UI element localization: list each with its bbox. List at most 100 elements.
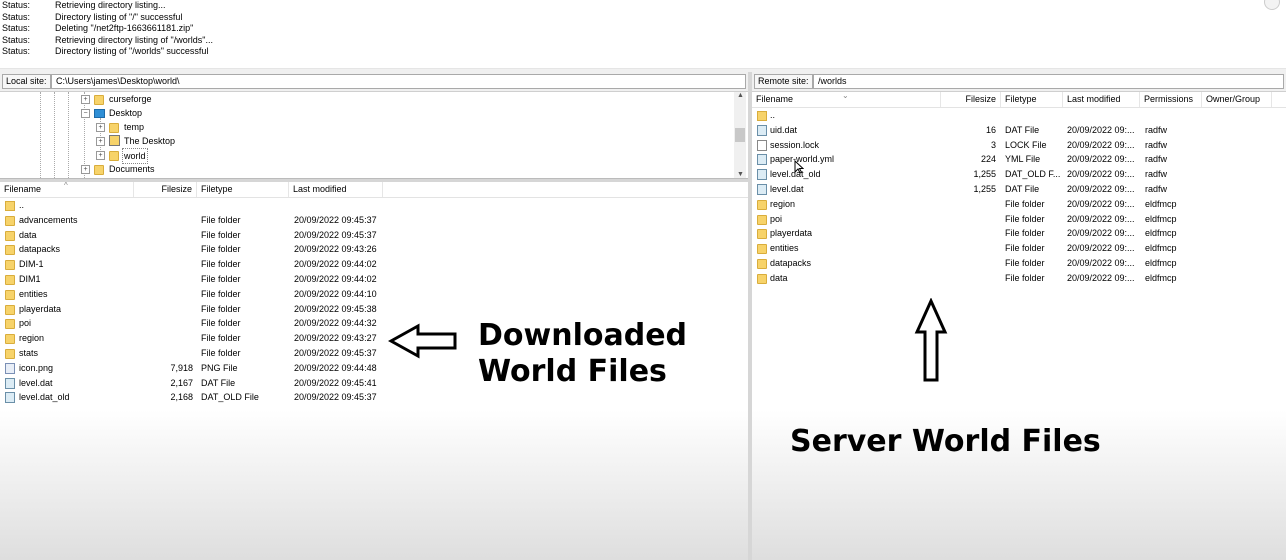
file-row[interactable]: entities File folder 20/09/2022 09:44:10 [0,287,748,302]
expand-icon[interactable]: + [81,95,90,104]
file-modified: 20/09/2022 09:44:48 [294,362,377,373]
file-name: datapacks [19,244,61,255]
file-permissions: eldfmcp [1145,228,1177,239]
folder-icon [757,199,767,210]
file-row[interactable]: poi File folder 20/09/2022 09:... eldfmcp [752,212,1286,227]
file-type: File folder [1005,198,1045,209]
file-row[interactable]: level.dat 1,255 DAT File 20/09/2022 09:... r… [752,182,1286,197]
column-filetype[interactable]: Filetype [197,182,289,197]
column-filesize[interactable]: Filesize [134,182,197,197]
file-modified: 20/09/2022 09:45:37 [294,229,377,240]
file-size [134,257,193,272]
file-row[interactable]: level.dat_old 2,168 DAT_OLD File 20/09/2022… [0,390,748,405]
dat-file-icon [5,377,15,389]
file-size [134,228,193,243]
expand-icon[interactable]: + [96,151,105,160]
file-row[interactable]: .. [752,108,1286,123]
file-name: data [770,272,788,283]
scroll-thumb[interactable] [735,128,745,142]
file-size [134,272,193,287]
file-row[interactable]: data File folder 20/09/2022 09:45:37 [0,228,748,243]
file-row[interactable]: level.dat_old 1,255 DAT_OLD F... 20/09/2022… [752,167,1286,182]
folder-icon [5,289,15,300]
file-type: File folder [201,244,241,255]
remote-list-header: ⌄ Filename Filesize Filetype Last modifi… [752,91,1286,108]
file-row[interactable]: data File folder 20/09/2022 09:... eldfmcp [752,271,1286,286]
tree-item-label: temp [124,122,145,132]
local-pane: Local site: C:\Users\james\Desktop\world… [0,72,748,560]
tree-item-label: curseforge [109,94,152,104]
collapse-icon[interactable]: − [81,109,90,118]
column-last-modified[interactable]: Last modified [289,182,383,197]
expand-icon[interactable]: + [81,165,90,174]
file-modified: 20/09/2022 09:... [1067,139,1135,150]
remote-path-input[interactable]: /worlds [813,74,1284,89]
file-size [941,226,996,241]
expand-icon[interactable]: + [96,137,105,146]
tree-item-label: Desktop [109,108,143,118]
dat-file-icon [757,184,767,195]
expand-icon[interactable]: + [96,123,105,132]
file-row[interactable]: DIM-1 File folder 20/09/2022 09:44:02 [0,257,748,272]
file-modified: 20/09/2022 09:45:37 [294,348,377,358]
column-filesize[interactable]: Filesize [941,92,1001,107]
column-owner-group[interactable]: Owner/Group [1202,92,1272,107]
file-row[interactable]: entities File folder 20/09/2022 09:... eldf… [752,241,1286,256]
column-filename[interactable]: Filename [752,92,941,107]
file-modified: 20/09/2022 09:44:32 [294,318,377,329]
folder-icon [94,95,104,105]
file-row[interactable]: .. [0,198,748,213]
up-arrow-icon [914,298,948,382]
file-size: 3 [990,139,996,150]
file-row[interactable]: advancements File folder 20/09/2022 09:45:… [0,213,748,228]
local-path-input[interactable]: C:\Users\james\Desktop\world\ [51,74,746,89]
file-type: File folder [1005,213,1045,224]
file-size: 7,918 [170,362,193,373]
file-row[interactable]: region File folder 20/09/2022 09:... eldfmc… [752,197,1286,212]
local-site-label: Local site: [2,74,51,89]
column-filename[interactable]: Filename [0,182,134,197]
file-row[interactable]: playerdata File folder 20/09/2022 09:... el… [752,226,1286,241]
file-type: DAT_OLD File [201,392,259,403]
file-row[interactable]: datapacks File folder 20/09/2022 09:43:26 [0,242,748,257]
file-type: File folder [1005,228,1045,239]
file-row[interactable]: uid.dat 16 DAT File 20/09/2022 09:... radfw [752,123,1286,138]
file-row[interactable]: session.lock 3 LOCK File 20/09/2022 09:... r… [752,138,1286,153]
file-type: File folder [1005,272,1045,283]
local-site-bar: Local site: C:\Users\james\Desktop\world… [0,72,748,92]
folder-icon [5,260,15,271]
desktop-icon [94,109,105,118]
file-name: DIM-1 [19,259,44,270]
column-last-modified[interactable]: Last modified [1063,92,1140,107]
folder-icon [5,215,15,226]
tree-item-label: Documents [109,164,155,174]
file-row[interactable]: DIM1 File folder 20/09/2022 09:44:02 [0,272,748,287]
mouse-cursor-icon [794,160,804,174]
file-modified [1067,108,1140,123]
scroll-down-icon[interactable]: ▼ [737,171,744,178]
dat-file-icon [5,392,15,404]
user-folder-icon [109,135,120,146]
log-scroll-button[interactable] [1264,0,1280,10]
file-type: File folder [201,259,241,270]
file-name: region [770,198,796,209]
file-type: File folder [201,288,241,299]
file-row[interactable]: datapacks File folder 20/09/2022 09:... eld… [752,256,1286,271]
scroll-up-icon[interactable]: ▲ [737,92,744,99]
folder-icon [757,259,767,269]
folder-icon [5,245,15,256]
file-row[interactable]: playerdata File folder 20/09/2022 09:45:38 [0,302,748,317]
tree-scrollbar[interactable]: ▲ ▼ [734,92,746,178]
column-permissions[interactable]: Permissions [1140,92,1202,107]
file-size: 224 [980,154,996,165]
file-row[interactable]: paper-world.yml 224 YML File 20/09/2022 09:… [752,152,1286,167]
column-filetype[interactable]: Filetype [1001,92,1063,107]
file-modified: 20/09/2022 09:43:27 [294,333,377,344]
file-name: entities [770,243,799,254]
parent-folder-icon [757,111,767,121]
folder-icon [5,304,15,315]
file-type: File folder [201,214,241,225]
file-name: data [19,229,37,240]
folder-icon [757,273,767,284]
file-type: PNG File [201,362,238,373]
